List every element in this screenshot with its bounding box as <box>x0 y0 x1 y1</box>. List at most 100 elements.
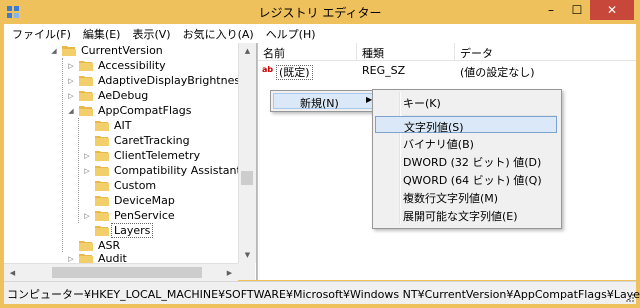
context-menu: 新規(N) ▶ <box>270 90 380 112</box>
folder-icon <box>95 150 109 161</box>
tree-item-label: Custom <box>114 179 157 192</box>
submenu-item-qword-value[interactable]: QWORD (64 ビット) 値(Q) <box>375 170 557 187</box>
expand-arrow-icon[interactable]: ▷ <box>66 91 76 101</box>
column-divider[interactable] <box>454 43 455 60</box>
tree-item-ait[interactable]: AIT <box>82 118 132 133</box>
folder-icon <box>95 180 109 191</box>
tree-item-compatibility-assistant[interactable]: ▷ Compatibility Assistant <box>82 163 241 178</box>
tree-item-carettracking[interactable]: CaretTracking <box>82 133 190 148</box>
folder-icon <box>95 210 109 221</box>
tree-item-currentversion[interactable]: ◢ CurrentVersion <box>49 43 163 58</box>
submenu-item-key[interactable]: キー(K) <box>375 93 557 110</box>
registry-editor-window: レジストリ エディター – ☐ ✕ ファイル(F) 編集(E) 表示(V) お気… <box>0 0 640 308</box>
menu-view[interactable]: 表示(V) <box>126 24 176 43</box>
tree-item-penservice[interactable]: ▷ PenService <box>82 208 175 223</box>
list-header: 名前 種類 データ <box>258 43 636 61</box>
tree-item-label: AdaptiveDisplayBrightness <box>98 74 246 87</box>
resize-grip-icon[interactable] <box>624 292 634 302</box>
submenu-item-string-value[interactable]: 文字列値(S) <box>375 116 557 134</box>
scroll-thumb[interactable] <box>52 267 202 278</box>
tree-horizontal-scrollbar[interactable]: ◀ ▶ <box>4 263 238 281</box>
expand-arrow-icon[interactable]: ▷ <box>66 254 76 264</box>
collapse-arrow-icon[interactable]: ◢ <box>66 106 76 116</box>
no-arrow <box>82 226 92 236</box>
tree-item-label: CaretTracking <box>114 134 190 147</box>
column-divider[interactable] <box>356 43 357 60</box>
scroll-down-arrow-icon[interactable]: ▼ <box>239 247 256 263</box>
value-type: REG_SZ <box>362 64 406 77</box>
tree-item-label: AeDebug <box>98 89 149 102</box>
title-bar[interactable]: レジストリ エディター – ☐ ✕ <box>0 0 640 24</box>
tree-item-layers[interactable]: Layers <box>82 223 154 238</box>
scrollbar-corner <box>238 263 255 280</box>
expand-arrow-icon[interactable]: ▷ <box>82 166 92 176</box>
folder-icon <box>95 195 109 206</box>
folder-open-icon <box>62 45 76 56</box>
maximize-button[interactable]: ☐ <box>564 0 590 20</box>
scroll-up-arrow-icon[interactable]: ▲ <box>239 43 256 59</box>
tree-item-label: AIT <box>114 119 132 132</box>
tree-item-aedebug[interactable]: ▷ AeDebug <box>66 88 148 103</box>
string-value-icon: ab <box>262 65 274 74</box>
submenu-item-label: QWORD (64 ビット) 値(Q) <box>403 174 542 187</box>
tree-item-label: AppCompatFlags <box>98 104 192 117</box>
menu-file[interactable]: ファイル(F) <box>4 24 77 43</box>
submenu-item-multi-string-value[interactable]: 複数行文字列値(M) <box>375 188 557 205</box>
new-submenu: キー(K) 文字列値(S) バイナリ値(B) DWORD (32 ビット) 値(… <box>372 89 562 229</box>
folder-icon <box>79 90 93 101</box>
tree-vertical-scrollbar[interactable]: ▲ ▼ <box>238 43 256 263</box>
tree-item-adaptivedisplaybrightness[interactable]: ▷ AdaptiveDisplayBrightness <box>66 73 246 88</box>
no-arrow <box>82 136 92 146</box>
column-header-data[interactable]: データ <box>460 45 493 61</box>
value-name-text: (既定) <box>276 65 313 80</box>
tree-item-custom[interactable]: Custom <box>82 178 156 193</box>
submenu-item-label: 文字列値(S) <box>404 121 464 134</box>
expand-arrow-icon[interactable]: ▷ <box>66 61 76 71</box>
menu-help[interactable]: ヘルプ(H) <box>260 24 322 43</box>
expand-arrow-icon[interactable]: ▷ <box>82 151 92 161</box>
context-menu-new[interactable]: 新規(N) ▶ <box>273 93 377 110</box>
submenu-item-label: DWORD (32 ビット) 値(D) <box>403 156 542 169</box>
menu-bar: ファイル(F) 編集(E) 表示(V) お気に入り(A) ヘルプ(H) <box>4 24 636 43</box>
scroll-right-arrow-icon[interactable]: ▶ <box>221 264 238 281</box>
menu-edit[interactable]: 編集(E) <box>77 24 127 43</box>
column-header-name[interactable]: 名前 <box>263 45 285 61</box>
submenu-item-binary-value[interactable]: バイナリ値(B) <box>375 134 557 151</box>
folder-icon <box>95 165 109 176</box>
tree-item-label: DeviceMap <box>114 194 175 207</box>
tree-item-clienttelemetry[interactable]: ▷ ClientTelemetry <box>82 148 200 163</box>
status-path: コンピューター¥HKEY_LOCAL_MACHINE¥SOFTWARE¥Micr… <box>7 288 640 301</box>
submenu-item-expandable-string-value[interactable]: 展開可能な文字列値(E) <box>375 206 557 223</box>
scroll-thumb[interactable] <box>241 171 253 185</box>
submenu-item-label: バイナリ値(B) <box>403 138 474 151</box>
no-arrow <box>82 196 92 206</box>
expand-arrow-icon[interactable]: ▷ <box>82 211 92 221</box>
context-menu-new-label: 新規(N) <box>300 97 339 110</box>
folder-icon <box>95 135 109 146</box>
window-controls: – ☐ ✕ <box>538 0 634 20</box>
close-button[interactable]: ✕ <box>590 0 634 20</box>
tree-item-devicemap[interactable]: DeviceMap <box>82 193 175 208</box>
folder-open-icon <box>79 105 93 116</box>
submenu-item-label: 複数行文字列値(M) <box>403 192 499 205</box>
value-name: (既定) <box>276 64 313 80</box>
registry-key-tree[interactable]: ◢ CurrentVersion ▷ Accessibility ▷ Adapt… <box>4 43 257 280</box>
tree-item-accessibility[interactable]: ▷ Accessibility <box>66 58 165 73</box>
minimize-button[interactable]: – <box>538 0 564 20</box>
collapse-arrow-icon[interactable]: ◢ <box>49 46 59 56</box>
no-arrow <box>82 181 92 191</box>
folder-icon <box>95 120 109 131</box>
tree-item-label: CurrentVersion <box>81 44 163 57</box>
menu-favorites[interactable]: お気に入り(A) <box>177 24 260 43</box>
status-bar: コンピューター¥HKEY_LOCAL_MACHINE¥SOFTWARE¥Micr… <box>4 281 640 304</box>
expand-arrow-icon[interactable]: ▷ <box>66 76 76 86</box>
folder-icon <box>79 60 93 71</box>
submenu-item-dword-value[interactable]: DWORD (32 ビット) 値(D) <box>375 152 557 169</box>
list-item[interactable]: ab (既定) REG_SZ (値の設定なし) <box>258 63 636 80</box>
scroll-left-arrow-icon[interactable]: ◀ <box>4 264 21 281</box>
column-header-type[interactable]: 種類 <box>362 45 384 61</box>
folder-icon <box>79 240 93 251</box>
tree-item-label: Compatibility Assistant <box>114 164 241 177</box>
tree-item-label: PenService <box>114 209 175 222</box>
tree-item-appcompatflags[interactable]: ◢ AppCompatFlags <box>66 103 192 118</box>
